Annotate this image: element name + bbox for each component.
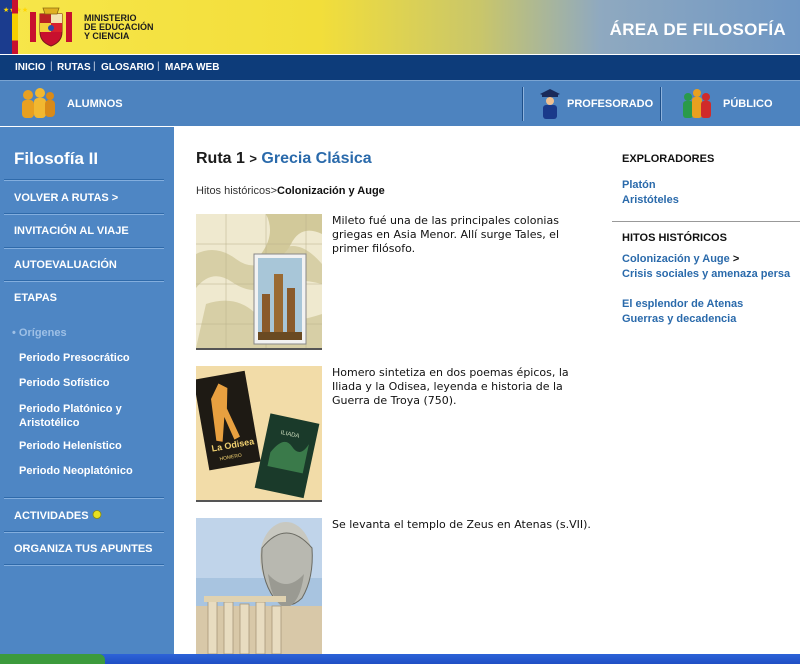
route-arrow: > (249, 151, 257, 166)
divider (4, 213, 164, 215)
eu-flag-icon: ★★★★ (0, 0, 28, 54)
entry-text-zeus: Se levanta el templo de Zeus en Atenas (… (332, 518, 591, 531)
public-icon[interactable] (680, 88, 714, 120)
actividades-link[interactable]: ACTIVIDADES (14, 510, 102, 522)
divider (660, 87, 662, 121)
nav-separator: | (93, 61, 96, 72)
entry-text-mileto: Mileto fué una de las principales coloni… (332, 214, 560, 255)
breadcrumb-current: Colonización y Auge (277, 185, 385, 197)
divider (4, 179, 164, 181)
coat-of-arms-icon (30, 7, 72, 47)
odisea-books-image: La Odisea HOMERO ILIADA (196, 366, 322, 502)
nav-inicio[interactable]: INICIO (15, 62, 46, 73)
area-title: ÁREA DE FILOSOFÍA (609, 20, 786, 39)
explorador-aristoteles-link[interactable]: Aristóteles (622, 193, 792, 208)
page-name: Grecia Clásica (261, 150, 372, 167)
ministry-name[interactable]: MINISTERIO DE EDUCACIÓN Y CIENCIA (84, 14, 174, 41)
nav-separator: | (50, 61, 53, 72)
site-header: ★★★★ MINISTERIO DE EDUCACIÓN Y CIENCIA Á… (0, 0, 800, 54)
etapa-platonico-aristotelico[interactable]: Periodo Platónico y Aristotélico (19, 402, 169, 430)
hitos-heading: HITOS HISTÓRICOS (622, 232, 727, 244)
divider (522, 87, 524, 121)
divider (4, 247, 164, 249)
lightbulb-icon (92, 510, 102, 519)
breadcrumb-parent[interactable]: Hitos históricos (196, 185, 271, 197)
profesorado-link[interactable]: PROFESORADO (567, 98, 653, 110)
etapas-link[interactable]: ETAPAS (14, 292, 57, 304)
nav-separator: | (157, 61, 160, 72)
hito-esplendor-link[interactable]: El esplendor de Atenas (622, 297, 792, 312)
hito-crisis-link[interactable]: Crisis sociales y amenaza persa (622, 267, 792, 282)
course-title: Filosofía II (14, 149, 99, 168)
audience-bar: ALUMNOS PROFESORADO PÚBLICO (0, 80, 800, 126)
invitacion-link[interactable]: INVITACIÓN AL VIAJE (14, 225, 129, 237)
etapa-helenistico[interactable]: Periodo Helenístico (19, 439, 169, 453)
mileto-map-image (196, 214, 322, 350)
start-button[interactable] (0, 654, 105, 664)
top-nav: INICIO | RUTAS | GLOSARIO | MAPA WEB (0, 54, 800, 80)
taskbar (0, 654, 800, 664)
teacher-icon[interactable] (540, 89, 560, 121)
exploradores-heading: EXPLORADORES (622, 153, 715, 165)
alumnos-link[interactable]: ALUMNOS (67, 98, 123, 110)
divider (4, 280, 164, 282)
breadcrumb: Hitos históricos>Colonización y Auge (196, 185, 385, 197)
page-title: Ruta 1 > Grecia Clásica (196, 150, 372, 168)
divider (612, 221, 800, 222)
volver-rutas-link[interactable]: VOLVER A RUTAS > (14, 192, 118, 204)
explorador-platon-link[interactable]: Platón (622, 178, 792, 193)
etapa-neoplatonico[interactable]: Periodo Neoplatónico (19, 464, 169, 478)
divider (4, 497, 164, 499)
organiza-apuntes-link[interactable]: ORGANIZA TUS APUNTES (14, 543, 153, 555)
current-marker: > (732, 253, 740, 265)
nav-mapa-web[interactable]: MAPA WEB (165, 62, 219, 73)
students-icon[interactable] (18, 87, 58, 121)
route-label: Ruta 1 (196, 150, 245, 167)
autoevaluacion-link[interactable]: AUTOEVALUACIÓN (14, 259, 117, 271)
sidebar: Filosofía II VOLVER A RUTAS > INVITACIÓN… (0, 127, 174, 664)
nav-rutas[interactable]: RUTAS (57, 62, 91, 73)
divider (4, 531, 164, 533)
entry-text-homero: Homero sintetiza en dos poemas épicos, l… (332, 366, 569, 407)
publico-link[interactable]: PÚBLICO (723, 98, 773, 110)
nav-glosario[interactable]: GLOSARIO (101, 62, 154, 73)
hito-colonizacion-link[interactable]: Colonización y Auge > (622, 252, 792, 267)
etapa-presocratico[interactable]: Periodo Presocrático (19, 351, 169, 365)
hito-guerras-link[interactable]: Guerras y decadencia (622, 312, 792, 327)
etapa-sofistico[interactable]: Periodo Sofístico (19, 376, 169, 390)
etapa-origenes[interactable]: • Orígenes (12, 326, 162, 340)
zeus-temple-image (196, 518, 322, 654)
divider (4, 564, 164, 566)
